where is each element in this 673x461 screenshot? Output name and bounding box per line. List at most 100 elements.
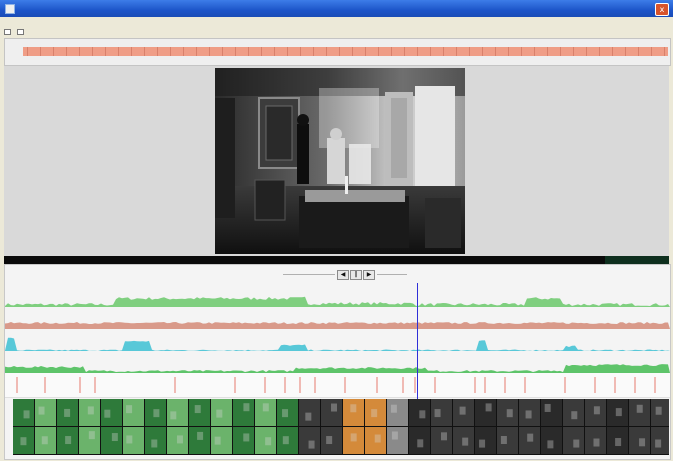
thumbnail-detail	[573, 439, 580, 448]
thumbnail-detail	[262, 403, 269, 412]
ruler-tick	[144, 47, 145, 56]
time-ruler[interactable]	[4, 38, 671, 66]
rewind-icon: ◀	[340, 271, 346, 278]
ruler-tick	[469, 47, 470, 56]
thumbnail[interactable]	[321, 399, 342, 426]
ruler-tick	[638, 47, 639, 56]
option-checkbox-2[interactable]	[17, 29, 24, 35]
thumbnail-detail	[197, 431, 204, 440]
ruler-tick	[313, 47, 314, 56]
thumbnail[interactable]	[475, 427, 496, 454]
thumbnail[interactable]	[123, 427, 144, 454]
ruler-tick	[482, 47, 483, 56]
thumbnail[interactable]	[189, 427, 210, 454]
ruler-tick	[625, 47, 626, 56]
thumbnail[interactable]	[431, 399, 452, 426]
play-back-button[interactable]: ◀	[337, 270, 349, 280]
option-checkbox[interactable]	[4, 29, 11, 35]
ruler-tick	[378, 47, 379, 56]
speed-slider-left[interactable]	[283, 274, 335, 275]
thumbnail-detail	[462, 437, 469, 446]
ruler-tick	[196, 47, 197, 56]
ruler-tick	[183, 47, 184, 56]
thumbnail-detail	[194, 405, 201, 414]
video-frame[interactable]	[215, 68, 465, 254]
thumbnail[interactable]	[431, 427, 452, 454]
thumbnail[interactable]	[299, 399, 320, 426]
thumbnail[interactable]	[255, 399, 276, 426]
thumbnail[interactable]	[497, 427, 518, 454]
ruler-tick	[664, 47, 665, 56]
ruler-tick	[92, 47, 93, 56]
ruler-tick	[430, 47, 431, 56]
thumbnail[interactable]	[541, 399, 562, 426]
thumbnail[interactable]	[79, 427, 100, 454]
video-status-end	[605, 256, 669, 264]
ruler-tick	[261, 47, 262, 56]
thumbnail-detail	[544, 403, 551, 412]
thumbnail-detail	[417, 439, 424, 448]
thumbnail[interactable]	[167, 399, 188, 426]
thumbnail-detail	[20, 437, 27, 446]
thumbnail-detail	[655, 406, 662, 415]
filmstrip[interactable]	[13, 399, 672, 455]
thumbnail[interactable]	[211, 427, 232, 454]
ruler-tick	[118, 47, 119, 56]
ruler-tick	[66, 47, 67, 56]
thumbnail-detail	[527, 433, 534, 442]
speed-slider-right[interactable]	[377, 274, 407, 275]
play-button[interactable]: ▶	[363, 270, 375, 280]
thumbnail[interactable]	[299, 427, 320, 454]
thumbnail-detail	[104, 409, 111, 418]
thumbnail-detail	[485, 403, 492, 412]
ruler-strip[interactable]	[23, 47, 668, 56]
ruler-tick	[235, 47, 236, 56]
thumbnail-detail	[87, 406, 94, 415]
track-row[interactable]	[5, 329, 670, 352]
thumbnail[interactable]	[387, 427, 408, 454]
thumbnail-detail	[265, 437, 272, 446]
title-bar: x	[0, 0, 673, 17]
thumbnail[interactable]	[35, 399, 56, 426]
thumbnail[interactable]	[343, 399, 364, 426]
thumbnail-detail	[434, 409, 441, 418]
thumbnail[interactable]	[475, 399, 496, 426]
track-activity	[5, 337, 670, 351]
ruler-tick	[573, 47, 574, 56]
ruler-tick	[27, 47, 28, 56]
track-row[interactable]	[5, 351, 670, 374]
thumbnail-detail	[331, 403, 338, 412]
ruler-tick	[391, 47, 392, 56]
ruler-tick	[508, 47, 509, 56]
thumbnail-detail	[282, 409, 289, 418]
thumbnail-detail	[350, 404, 357, 413]
playhead[interactable]	[417, 283, 418, 399]
thumbnail-detail	[593, 406, 600, 415]
ruler-tick	[404, 47, 405, 56]
ruler-tick	[417, 47, 418, 56]
thumbnail-detail	[593, 438, 600, 447]
ruler-tick	[352, 47, 353, 56]
track-activity	[5, 322, 670, 329]
ruler-tick	[40, 47, 41, 56]
marker-row[interactable]	[5, 373, 670, 398]
ruler-tick	[170, 47, 171, 56]
close-button[interactable]: x	[655, 3, 669, 16]
ruler-tick	[534, 47, 535, 56]
track-row[interactable]	[5, 283, 670, 308]
thumbnail[interactable]	[233, 399, 254, 426]
pause-button[interactable]: ‖	[350, 270, 362, 280]
track-row[interactable]	[5, 307, 670, 330]
ruler-tick	[79, 47, 80, 56]
thumbnail[interactable]	[101, 399, 122, 426]
ruler-tick	[586, 47, 587, 56]
video-status-bar	[4, 256, 669, 264]
track-activity	[5, 296, 670, 307]
thumbnail[interactable]	[387, 399, 408, 426]
thumbnail-detail	[305, 412, 312, 421]
thumbnail[interactable]	[101, 427, 122, 454]
thumbnail-detail	[571, 411, 578, 420]
thumbnail-detail	[111, 433, 118, 442]
video-scene-image	[215, 68, 465, 254]
thumbnail[interactable]	[13, 399, 34, 426]
